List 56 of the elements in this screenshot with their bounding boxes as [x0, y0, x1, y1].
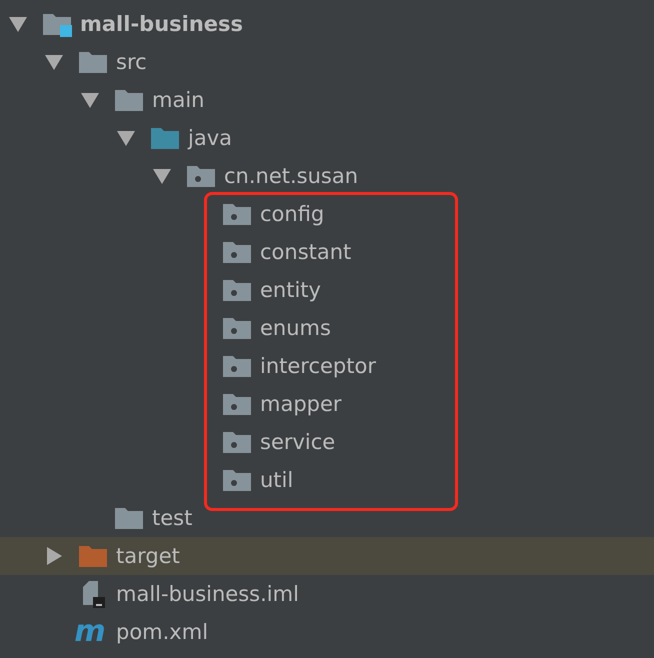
node-label: config — [260, 202, 324, 226]
expanded-arrow-icon[interactable] — [80, 91, 100, 109]
folder-icon — [78, 49, 108, 75]
node-label: enums — [260, 316, 331, 340]
node-label: mall-business — [80, 12, 244, 36]
tree-row[interactable]: src — [0, 43, 654, 81]
node-label: mall-business.iml — [116, 582, 299, 606]
tree-row[interactable]: interceptor — [0, 347, 654, 385]
package-icon — [222, 391, 252, 417]
package-icon — [222, 467, 252, 493]
expanded-arrow-icon[interactable] — [8, 15, 28, 33]
maven-icon: m — [74, 617, 106, 647]
tree-row[interactable]: enums — [0, 309, 654, 347]
module-folder-icon — [42, 11, 72, 37]
expanded-arrow-icon[interactable] — [44, 53, 64, 71]
expanded-arrow-icon[interactable] — [116, 129, 136, 147]
tree-row[interactable]: m pom.xml — [0, 613, 654, 651]
node-label: test — [152, 506, 192, 530]
node-label: main — [152, 88, 204, 112]
tree-row[interactable]: test — [0, 499, 654, 537]
tree-row[interactable]: main — [0, 81, 654, 119]
collapsed-arrow-icon[interactable] — [44, 547, 64, 565]
tree-row[interactable]: constant — [0, 233, 654, 271]
node-label: mapper — [260, 392, 342, 416]
node-label: util — [260, 468, 294, 492]
tree-row[interactable]: mapper — [0, 385, 654, 423]
node-label: service — [260, 430, 336, 454]
tree-row[interactable]: java — [0, 119, 654, 157]
tree-row[interactable]: mall-business — [0, 5, 654, 43]
folder-icon — [150, 125, 180, 151]
package-icon — [222, 201, 252, 227]
node-label: pom.xml — [116, 620, 208, 644]
node-label: constant — [260, 240, 352, 264]
node-label: interceptor — [260, 354, 376, 378]
package-icon — [222, 315, 252, 341]
tree-row[interactable]: cn.net.susan — [0, 157, 654, 195]
node-label: target — [116, 544, 180, 568]
package-icon — [222, 429, 252, 455]
package-icon — [222, 277, 252, 303]
folder-icon — [114, 87, 144, 113]
tree-row[interactable]: service — [0, 423, 654, 461]
expanded-arrow-icon[interactable] — [152, 167, 172, 185]
node-label: entity — [260, 278, 321, 302]
folder-icon — [78, 543, 108, 569]
node-label: src — [116, 50, 147, 74]
tree-row[interactable]: util — [0, 461, 654, 499]
tree-row[interactable]: entity — [0, 271, 654, 309]
package-icon — [186, 163, 216, 189]
folder-icon — [114, 505, 144, 531]
package-icon — [222, 353, 252, 379]
tree-row[interactable]: target — [0, 537, 654, 575]
node-label: java — [188, 126, 232, 150]
tree-row[interactable]: config — [0, 195, 654, 233]
node-label: cn.net.susan — [224, 164, 358, 188]
tree-row[interactable]: mall-business.iml — [0, 575, 654, 613]
package-icon — [222, 239, 252, 265]
